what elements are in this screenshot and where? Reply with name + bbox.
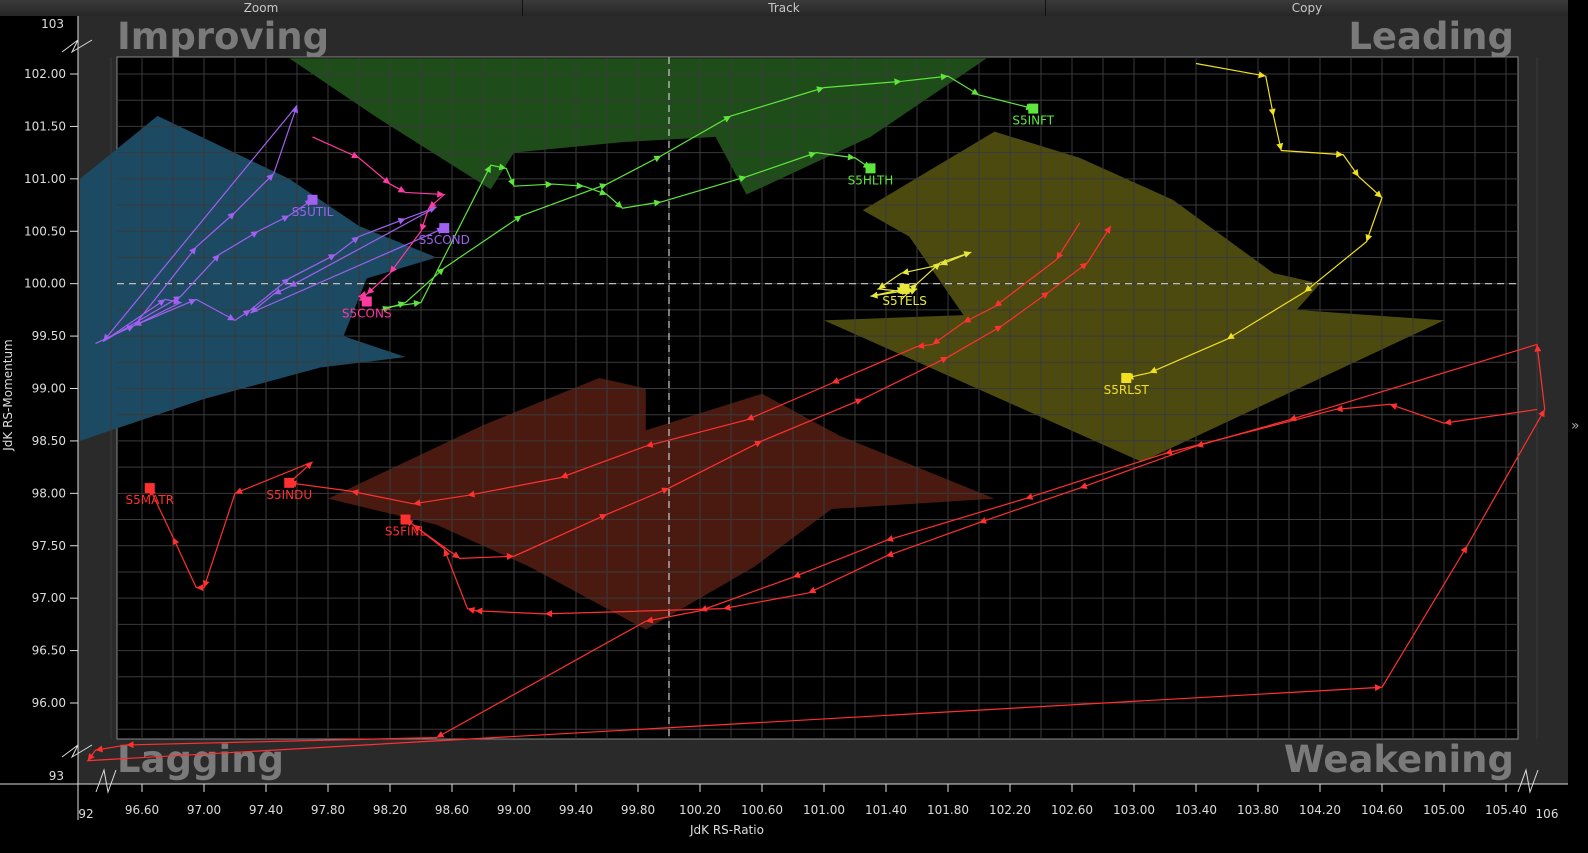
x-tick-label: 100.20 xyxy=(679,803,721,817)
rrg-chart[interactable]: Improving LeadingLagging Weakening96.60 97.… xyxy=(0,0,1568,853)
quadrant-label-improving: Improving xyxy=(117,15,329,58)
series-label: S5CONS xyxy=(342,306,392,320)
y-axis-title: JdK RS-Momentum xyxy=(1,339,15,451)
y-tick-label: 97.00 xyxy=(32,591,66,605)
x-axis-min-label: 92 xyxy=(78,807,93,821)
series-label: S5TELS xyxy=(882,294,926,308)
x-tick-label: 101.00 xyxy=(803,803,845,817)
x-tick-label: 104.60 xyxy=(1361,803,1403,817)
x-tick-label: 103.40 xyxy=(1175,803,1217,817)
series-head-marker xyxy=(284,477,295,488)
expand-panel-icon[interactable]: » xyxy=(1571,418,1580,434)
x-tick-label: 101.40 xyxy=(865,803,907,817)
x-tick-label: 100.60 xyxy=(741,803,783,817)
series-head-marker xyxy=(1028,103,1039,114)
x-tick-label: 99.00 xyxy=(497,803,531,817)
x-tick-label: 103.00 xyxy=(1113,803,1155,817)
series-label: S5COND xyxy=(419,233,470,247)
series-head-marker xyxy=(1121,373,1132,384)
series-head-marker xyxy=(400,514,411,525)
series-label: S5UTIL xyxy=(292,205,334,219)
y-tick-label: 100.50 xyxy=(24,224,66,238)
x-axis-title: JdK RS-Ratio xyxy=(690,823,764,837)
x-tick-label: 103.80 xyxy=(1237,803,1279,817)
x-tick-label: 102.20 xyxy=(989,803,1031,817)
y-axis-max-label: 103 xyxy=(41,17,64,31)
y-tick-label: 100.00 xyxy=(24,277,66,291)
y-axis-min-label: 93 xyxy=(49,769,64,783)
series-label: S5FINL xyxy=(385,525,427,539)
x-tick-label: 98.20 xyxy=(373,803,407,817)
y-tick-label: 99.00 xyxy=(32,382,66,396)
y-tick-label: 101.00 xyxy=(24,172,66,186)
x-tick-label: 99.40 xyxy=(559,803,593,817)
series-head-marker xyxy=(307,194,318,205)
y-tick-label: 96.50 xyxy=(32,644,66,658)
y-tick-label: 99.50 xyxy=(32,329,66,343)
series-label: S5INFT xyxy=(1012,114,1054,128)
x-tick-label: 96.60 xyxy=(125,803,159,817)
x-tick-label: 101.80 xyxy=(927,803,969,817)
y-tick-label: 98.00 xyxy=(32,486,66,500)
series-head-marker xyxy=(899,283,910,294)
x-tick-label: 105.00 xyxy=(1423,803,1465,817)
x-tick-label: 104.20 xyxy=(1299,803,1341,817)
x-tick-label: 99.80 xyxy=(621,803,655,817)
y-tick-label: 101.50 xyxy=(24,119,66,133)
y-tick-label: 96.00 xyxy=(32,696,66,710)
data-point-arrow xyxy=(95,745,103,753)
x-tick-label: 97.40 xyxy=(249,803,283,817)
series-label: S5HLTH xyxy=(848,173,894,187)
series-label: S5INDU xyxy=(266,488,312,502)
y-tick-label: 102.00 xyxy=(24,67,66,81)
y-axis-break-top xyxy=(61,39,93,54)
series-head-marker xyxy=(144,483,155,494)
x-axis-max-label: 106 xyxy=(1536,807,1559,821)
series-head-marker xyxy=(361,296,372,307)
x-tick-label: 105.40 xyxy=(1485,803,1527,817)
quadrant-label-leading: Leading xyxy=(1348,15,1514,58)
y-axis-break-bottom xyxy=(61,744,93,759)
x-tick-label: 97.00 xyxy=(187,803,221,817)
x-axis-break-left xyxy=(95,768,117,794)
series-label: S5MATR xyxy=(125,493,174,507)
series-head-marker xyxy=(865,163,876,174)
quadrant-label-weakening: Weakening xyxy=(1284,738,1514,781)
data-point-arrow xyxy=(87,752,95,761)
y-tick-label: 97.50 xyxy=(32,539,66,553)
x-axis-break-right xyxy=(1517,768,1539,794)
x-tick-label: 98.60 xyxy=(435,803,469,817)
series-head-marker xyxy=(439,223,450,234)
series-label: S5RLST xyxy=(1104,383,1150,397)
x-tick-label: 97.80 xyxy=(311,803,345,817)
x-tick-label: 102.60 xyxy=(1051,803,1093,817)
y-tick-label: 98.50 xyxy=(32,434,66,448)
